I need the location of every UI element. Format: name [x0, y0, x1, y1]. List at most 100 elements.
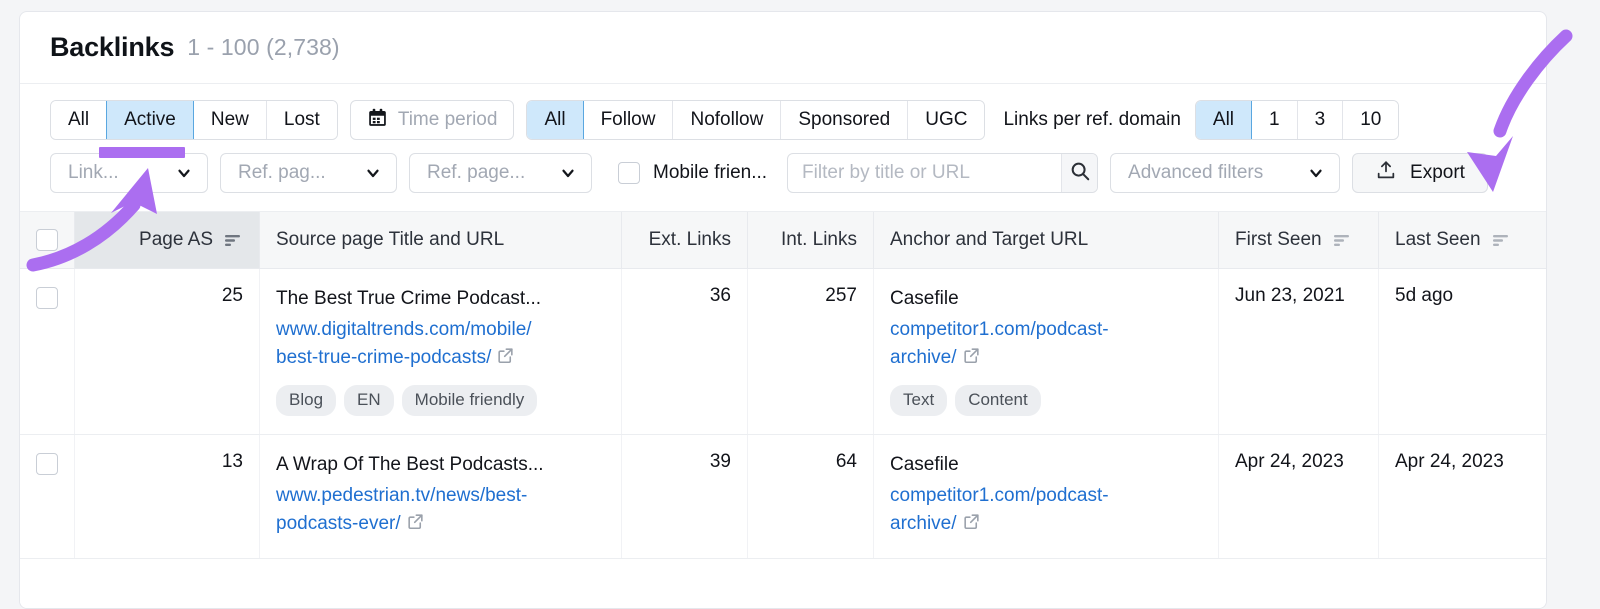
column-header-source-page-label: Source page Title and URL — [276, 229, 505, 250]
cell-anchor-target: Casefile competitor1.com/podcast- archiv… — [874, 269, 1219, 435]
column-header-ext-links-label: Ext. Links — [648, 229, 731, 250]
links-per-ref-domain-label: Links per ref. domain — [1003, 109, 1181, 130]
links-per-domain-option-1[interactable]: 1 — [1252, 101, 1298, 139]
column-header-source-page[interactable]: Source page Title and URL — [260, 212, 622, 268]
advanced-filters-dropdown[interactable]: Advanced filters — [1110, 153, 1341, 193]
card-header: Backlinks 1 - 100 (2,738) — [20, 12, 1546, 84]
cell-first-seen: Jun 23, 2021 — [1219, 269, 1379, 435]
cell-source-page: The Best True Crime Podcast... www.digit… — [260, 269, 622, 435]
link-attr-option-ugc[interactable]: UGC — [908, 101, 985, 139]
ref-page-language-dropdown[interactable]: Ref. page... — [409, 153, 592, 193]
tag: Text — [890, 385, 948, 417]
external-link-icon[interactable] — [496, 346, 515, 374]
search-input[interactable] — [788, 154, 1062, 192]
link-attribute-segmented-control: All Follow Nofollow Sponsored UGC — [526, 100, 986, 140]
time-period-picker[interactable]: Time period — [349, 100, 515, 140]
cell-first-seen: Apr 24, 2023 — [1219, 435, 1379, 559]
calendar-icon — [367, 107, 388, 134]
cell-last-seen: 5d ago — [1395, 285, 1454, 306]
status-option-active[interactable]: Active — [106, 101, 194, 139]
filter-row-primary: All Active New Lost Time period All Foll… — [50, 100, 1516, 140]
table-row[interactable]: 13 A Wrap Of The Best Podcasts... www.pe… — [20, 435, 1546, 560]
column-header-last-seen-label: Last Seen — [1395, 229, 1481, 250]
column-header-ext-links[interactable]: Ext. Links — [622, 212, 748, 268]
chevron-down-icon — [175, 164, 193, 182]
row-checkbox[interactable] — [36, 453, 58, 476]
screenshot-root: Backlinks 1 - 100 (2,738) All Active New… — [0, 0, 1600, 609]
target-url-line-1: competitor1.com/podcast- — [890, 318, 1109, 340]
links-per-domain-option-all[interactable]: All — [1195, 101, 1253, 139]
external-link-icon[interactable] — [962, 512, 981, 540]
link-attr-option-nofollow[interactable]: Nofollow — [673, 101, 782, 139]
target-url[interactable]: competitor1.com/podcast- archive/ — [890, 316, 1202, 374]
ref-page-language-dropdown-value: Ref. page... — [427, 162, 526, 183]
ref-page-category-dropdown[interactable]: Ref. pag... — [220, 153, 397, 193]
row-select-cell — [20, 269, 75, 435]
column-header-first-seen[interactable]: First Seen — [1219, 212, 1379, 268]
underline-active-filter — [99, 147, 185, 158]
anchor-text: Casefile — [890, 288, 959, 309]
external-link-icon[interactable] — [406, 512, 425, 540]
chevron-down-icon — [1307, 164, 1325, 182]
links-per-domain-option-3[interactable]: 3 — [1297, 101, 1344, 139]
export-label: Export — [1410, 162, 1465, 183]
search-button[interactable] — [1061, 154, 1098, 192]
column-header-int-links[interactable]: Int. Links — [748, 212, 874, 268]
filter-row-secondary: Link... Ref. pag... Ref. page... Mobile … — [50, 153, 1516, 193]
status-option-new[interactable]: New — [193, 101, 267, 139]
anchor-text: Casefile — [890, 454, 959, 476]
source-page-title: The Best True Crime Podcast... — [276, 288, 542, 309]
mobile-friendly-filter[interactable]: Mobile frien... — [618, 162, 767, 184]
sort-icon — [1332, 230, 1352, 250]
target-url-line-1: competitor1.com/podcast- — [890, 484, 1109, 506]
export-button[interactable]: Export — [1352, 153, 1488, 193]
links-per-domain-option-10[interactable]: 10 — [1343, 101, 1399, 139]
link-attr-option-all[interactable]: All — [527, 101, 584, 139]
column-header-int-links-label: Int. Links — [780, 229, 857, 250]
status-option-lost[interactable]: Lost — [266, 101, 337, 139]
source-url-line-2: best-true-crime-podcasts/ — [276, 346, 492, 368]
column-header-page-as-label: Page AS — [139, 229, 213, 250]
cell-int-links: 64 — [748, 435, 874, 559]
status-segmented-control: All Active New Lost — [50, 100, 338, 140]
external-link-icon[interactable] — [962, 346, 981, 374]
row-select-cell — [20, 435, 75, 559]
cell-ext-links: 39 — [622, 435, 748, 559]
select-all-checkbox[interactable] — [36, 229, 58, 251]
time-period-label: Time period — [397, 109, 498, 130]
source-url-line-2: podcasts-ever/ — [276, 513, 401, 535]
anchor-tags: Text Content — [890, 385, 1202, 417]
source-page-url[interactable]: www.digitaltrends.com/mobile/ best-true-… — [276, 316, 605, 374]
table-header-row: Page AS Source page Title and URL Ext. L… — [20, 212, 1546, 269]
sort-icon — [223, 230, 243, 250]
target-url-line-2: archive/ — [890, 513, 957, 535]
bottom-fade-overlay — [20, 562, 1546, 608]
link-attr-option-follow[interactable]: Follow — [583, 101, 674, 139]
cell-page-as: 13 — [75, 435, 260, 559]
sort-icon — [1491, 230, 1511, 250]
column-header-last-seen[interactable]: Last Seen — [1379, 212, 1546, 268]
mobile-friendly-label: Mobile frien... — [653, 162, 768, 183]
source-url-line-1: www.pedestrian.tv/news/best- — [276, 484, 528, 506]
upload-icon — [1375, 159, 1397, 187]
cell-anchor-target: Casefile competitor1.com/podcast- archiv… — [874, 435, 1219, 559]
target-url-line-2: archive/ — [890, 346, 957, 368]
column-header-anchor-target[interactable]: Anchor and Target URL — [874, 212, 1219, 268]
link-attributes-dropdown[interactable]: Link... — [50, 153, 208, 193]
table-row[interactable]: 25 The Best True Crime Podcast... www.di… — [20, 269, 1546, 436]
status-option-all[interactable]: All — [51, 101, 108, 139]
backlinks-card: Backlinks 1 - 100 (2,738) All Active New… — [19, 11, 1547, 609]
column-header-anchor-target-label: Anchor and Target URL — [890, 229, 1089, 250]
mobile-friendly-checkbox[interactable] — [618, 162, 640, 184]
source-page-url[interactable]: www.pedestrian.tv/news/best- podcasts-ev… — [276, 482, 605, 540]
select-all-header — [20, 212, 75, 268]
source-page-title: A Wrap Of The Best Podcasts... — [276, 454, 544, 476]
chevron-down-icon — [559, 164, 577, 182]
tag: EN — [344, 385, 394, 417]
row-checkbox[interactable] — [36, 287, 58, 309]
column-header-page-as[interactable]: Page AS — [75, 212, 260, 268]
advanced-filters-label: Advanced filters — [1128, 162, 1264, 183]
target-url[interactable]: competitor1.com/podcast- archive/ — [890, 482, 1202, 540]
link-attr-option-sponsored[interactable]: Sponsored — [781, 101, 909, 139]
link-attributes-dropdown-value: Link... — [68, 162, 119, 183]
